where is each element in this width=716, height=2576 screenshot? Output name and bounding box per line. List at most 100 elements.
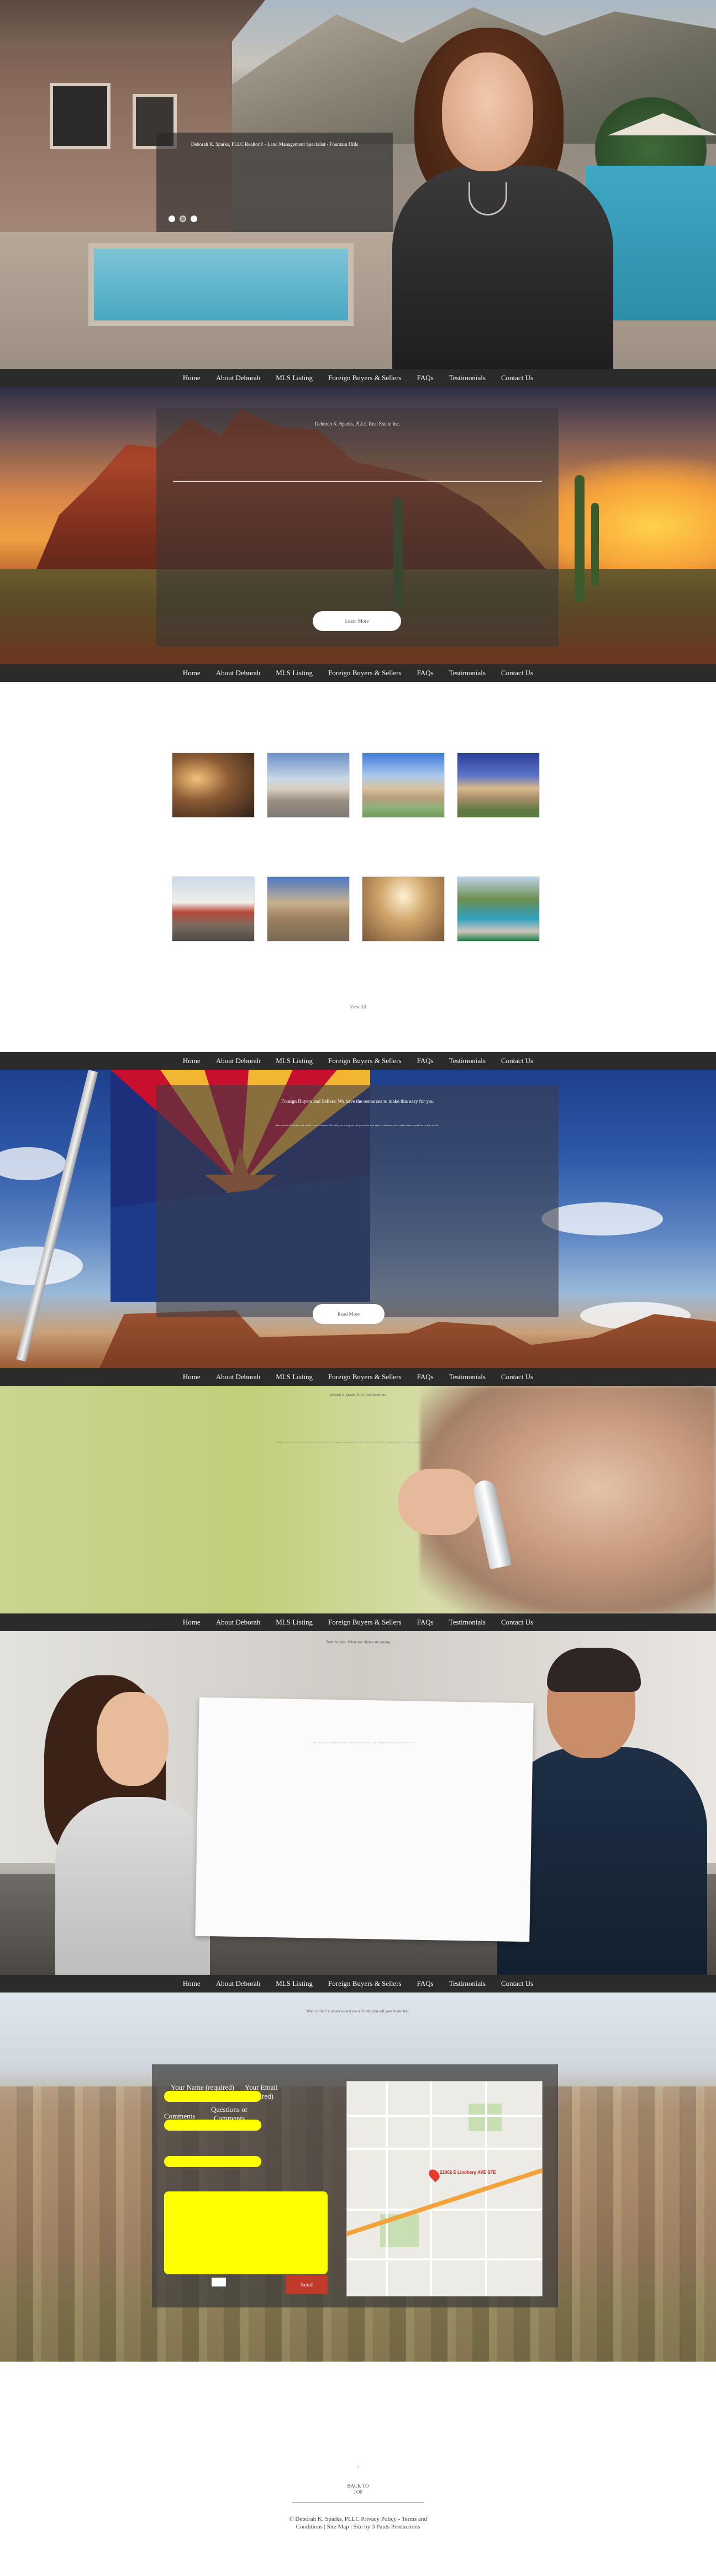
nav-about[interactable]: About Deborah bbox=[216, 1979, 261, 1988]
nav-home[interactable]: Home bbox=[183, 669, 201, 677]
slide-dot-2[interactable] bbox=[180, 215, 186, 222]
nav-about[interactable]: About Deborah bbox=[216, 1618, 261, 1627]
view-all-link[interactable]: View All bbox=[0, 1005, 716, 1010]
nav-foreign-buyers[interactable]: Foreign Buyers & Sellers bbox=[328, 1056, 402, 1065]
agent-photo-face bbox=[442, 52, 533, 171]
slide-dot-1[interactable] bbox=[169, 215, 175, 222]
nav-contact[interactable]: Contact Us bbox=[501, 374, 533, 382]
nav-mls-listing[interactable]: MLS Listing bbox=[276, 669, 313, 677]
nav-contact[interactable]: Contact Us bbox=[501, 1979, 533, 1988]
email-field[interactable] bbox=[164, 2156, 261, 2167]
nav-home[interactable]: Home bbox=[183, 374, 201, 382]
foreign-buyers-section: Foreign Buyers and Sellers: We have the … bbox=[0, 1070, 716, 1368]
nav-mls-listing[interactable]: MLS Listing bbox=[276, 1979, 313, 1988]
main-nav: Home About Deborah MLS Listing Foreign B… bbox=[0, 369, 716, 387]
nav-faqs[interactable]: FAQs bbox=[417, 374, 434, 382]
main-nav: Home About Deborah MLS Listing Foreign B… bbox=[0, 1975, 716, 1993]
nav-about[interactable]: About Deborah bbox=[216, 1056, 261, 1065]
listing-photo[interactable] bbox=[172, 753, 255, 818]
nav-faqs[interactable]: FAQs bbox=[417, 1373, 434, 1381]
about-overlay: Deborah K. Sparks, PLLC Real Estate Inc.… bbox=[156, 408, 559, 646]
woman-face bbox=[97, 1692, 169, 1786]
listing-photo[interactable] bbox=[267, 753, 350, 818]
map-pin-label: 21002 E Lindberg AVE STE bbox=[440, 2170, 496, 2175]
nav-faqs[interactable]: FAQs bbox=[417, 1979, 434, 1988]
saguaro-cactus bbox=[591, 503, 599, 586]
main-nav: Home About Deborah MLS Listing Foreign B… bbox=[0, 664, 716, 682]
hand-holding-keys bbox=[398, 1469, 481, 1535]
back-to-top-link[interactable]: BACK TO TOP bbox=[343, 2483, 373, 2495]
slide-dot-3[interactable] bbox=[191, 215, 197, 222]
testimonials-section: Testimonials: What our clients are sayin… bbox=[0, 1631, 716, 1975]
privacy-policy-link[interactable]: Privacy Policy bbox=[361, 2516, 396, 2522]
submit-button[interactable]: Send bbox=[286, 2275, 328, 2294]
nav-contact[interactable]: Contact Us bbox=[501, 669, 533, 677]
nav-foreign-buyers[interactable]: Foreign Buyers & Sellers bbox=[328, 1373, 402, 1381]
nav-home[interactable]: Home bbox=[183, 1618, 201, 1627]
nav-home[interactable]: Home bbox=[183, 1979, 201, 1988]
nav-testimonials[interactable]: Testimonials bbox=[449, 374, 486, 382]
nav-mls-listing[interactable]: MLS Listing bbox=[276, 1373, 313, 1381]
cloud bbox=[0, 1147, 66, 1180]
buying-selling-text: Whether you are buying or selling a home… bbox=[276, 1441, 431, 1443]
listing-photo[interactable] bbox=[457, 753, 540, 818]
nav-faqs[interactable]: FAQs bbox=[417, 1056, 434, 1065]
map-road bbox=[347, 2115, 542, 2117]
listing-photo[interactable] bbox=[362, 753, 445, 818]
sitemap-link[interactable]: Site Map bbox=[327, 2524, 349, 2530]
nav-testimonials[interactable]: Testimonials bbox=[449, 1056, 486, 1065]
map-road bbox=[347, 2209, 542, 2211]
nav-about[interactable]: About Deborah bbox=[216, 1373, 261, 1381]
captcha-box[interactable] bbox=[212, 2278, 226, 2286]
house-window bbox=[50, 83, 110, 149]
listing-photo[interactable] bbox=[457, 876, 540, 942]
nav-testimonials[interactable]: Testimonials bbox=[449, 1979, 486, 1988]
listing-photo[interactable] bbox=[172, 876, 255, 942]
listing-photo[interactable] bbox=[267, 876, 350, 942]
nav-testimonials[interactable]: Testimonials bbox=[449, 1373, 486, 1381]
nav-contact[interactable]: Contact Us bbox=[501, 1056, 533, 1065]
nav-contact[interactable]: Contact Us bbox=[501, 1373, 533, 1381]
map-road bbox=[347, 2258, 542, 2260]
nav-mls-listing[interactable]: MLS Listing bbox=[276, 1056, 313, 1065]
location-map[interactable]: 21002 E Lindberg AVE STE bbox=[346, 2081, 543, 2296]
site-credit-link[interactable]: Site by 3 Pants Productions bbox=[353, 2524, 420, 2530]
read-more-button[interactable]: Read More bbox=[313, 1304, 385, 1324]
nav-mls-listing[interactable]: MLS Listing bbox=[276, 1618, 313, 1627]
contact-section: Want to Sell? Contact us and we will hel… bbox=[0, 1993, 716, 2362]
learn-more-button[interactable]: Learn More bbox=[313, 611, 401, 631]
footer-mark: ^ bbox=[357, 2464, 359, 2469]
nav-about[interactable]: About Deborah bbox=[216, 669, 261, 677]
main-nav: Home About Deborah MLS Listing Foreign B… bbox=[0, 1052, 716, 1070]
slide-caption-text: Deborah K. Sparks, PLLC Realtor® - Land … bbox=[191, 141, 359, 147]
nav-faqs[interactable]: FAQs bbox=[417, 669, 434, 677]
flag-pole bbox=[16, 1070, 98, 1362]
foreign-buyers-subtitle: International buyers and sellers are wel… bbox=[276, 1124, 439, 1127]
nav-home[interactable]: Home bbox=[183, 1373, 201, 1381]
nav-testimonials[interactable]: Testimonials bbox=[449, 1618, 486, 1627]
nav-foreign-buyers[interactable]: Foreign Buyers & Sellers bbox=[328, 669, 402, 677]
nav-faqs[interactable]: FAQs bbox=[417, 1618, 434, 1627]
subject-field[interactable] bbox=[164, 2120, 261, 2131]
nav-home[interactable]: Home bbox=[183, 1056, 201, 1065]
message-field[interactable] bbox=[164, 2191, 328, 2274]
nav-foreign-buyers[interactable]: Foreign Buyers & Sellers bbox=[328, 374, 402, 382]
listing-photo[interactable] bbox=[362, 876, 445, 942]
nav-mls-listing[interactable]: MLS Listing bbox=[276, 374, 313, 382]
house-roof bbox=[0, 0, 265, 50]
nav-foreign-buyers[interactable]: Foreign Buyers & Sellers bbox=[328, 1979, 402, 1988]
name-field[interactable] bbox=[164, 2091, 261, 2102]
map-road bbox=[347, 2148, 542, 2150]
foreign-buyers-title: Foreign Buyers and Sellers: We have the … bbox=[281, 1098, 434, 1104]
nav-contact[interactable]: Contact Us bbox=[501, 1618, 533, 1627]
nav-foreign-buyers[interactable]: Foreign Buyers & Sellers bbox=[328, 1618, 402, 1627]
testimonials-title: Testimonials: What our clients are sayin… bbox=[326, 1640, 390, 1644]
woman-body bbox=[55, 1797, 210, 1975]
about-title: Deborah K. Sparks, PLLC Real Estate Inc. bbox=[314, 421, 401, 427]
blank-sign-board bbox=[195, 1697, 534, 1942]
nav-about[interactable]: About Deborah bbox=[216, 374, 261, 382]
hot-tub bbox=[88, 243, 354, 326]
map-road bbox=[430, 2081, 432, 2296]
cloud bbox=[541, 1202, 663, 1236]
nav-testimonials[interactable]: Testimonials bbox=[449, 669, 486, 677]
